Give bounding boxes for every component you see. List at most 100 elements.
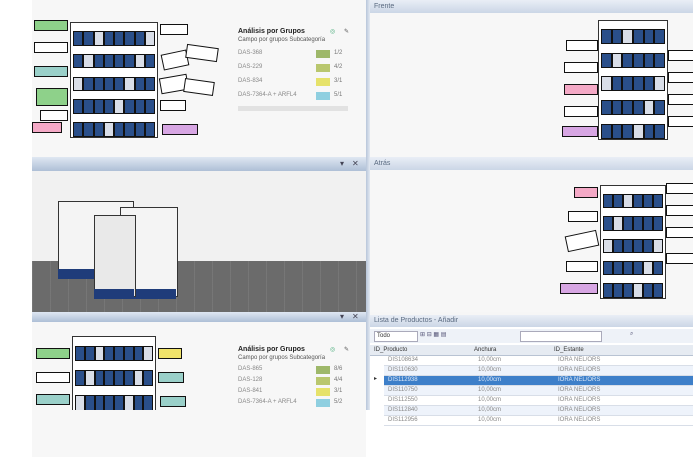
product-facing[interactable] — [643, 283, 653, 298]
product-facing[interactable] — [601, 29, 612, 45]
product-facing[interactable] — [134, 76, 145, 92]
analysis-row[interactable]: DAS-834 3/1 — [238, 78, 348, 87]
product-facing[interactable] — [622, 52, 633, 68]
close-icon[interactable]: ✕ — [352, 159, 359, 168]
product-facing[interactable] — [114, 30, 125, 46]
product-facing[interactable] — [134, 53, 145, 69]
planogram-mid-right[interactable]: Atrás — [370, 157, 693, 312]
table-row[interactable]: DIS112840 10,00cm IORA NEL/ORS — [384, 406, 693, 416]
planogram-bottom-left[interactable]: Análisis por Grupos ◎ ✎ Campo por grupos… — [32, 322, 366, 410]
product-facing[interactable] — [84, 345, 95, 362]
product-facing[interactable] — [653, 261, 663, 276]
product-facing[interactable] — [94, 370, 105, 386]
product-facing[interactable] — [653, 238, 663, 253]
product-facing[interactable] — [643, 238, 653, 253]
product-facing[interactable] — [84, 394, 95, 410]
product-facing[interactable] — [613, 238, 623, 253]
table-row[interactable]: DIS112550 10,00cm IORA NEL/ORS — [384, 396, 693, 406]
table-row[interactable]: DIS112956 10,00cm IORA NEL/ORS — [384, 416, 693, 426]
product-facing[interactable] — [633, 100, 644, 116]
product-facing[interactable] — [611, 100, 623, 116]
product-facing[interactable] — [601, 76, 612, 92]
product-facing[interactable] — [103, 53, 114, 69]
product-facing[interactable] — [124, 122, 135, 137]
product-facing[interactable] — [133, 370, 144, 386]
product-facing[interactable] — [643, 216, 653, 231]
product-facing[interactable] — [114, 53, 125, 69]
product-facing[interactable] — [75, 345, 85, 362]
product-facing[interactable] — [75, 394, 85, 410]
product-facing[interactable] — [613, 283, 623, 298]
product-facing[interactable] — [114, 122, 125, 137]
product-facing[interactable] — [73, 76, 84, 92]
analysis-row[interactable]: DAS-7364-A + ARFL4 5/1 — [238, 92, 348, 101]
product-facing[interactable] — [134, 30, 145, 46]
product-facing[interactable] — [124, 30, 135, 46]
analysis-row[interactable]: DAS-7364-A + ARFL4 5/2 — [238, 399, 348, 408]
product-facing[interactable] — [623, 283, 633, 298]
brush-icon[interactable]: ✎ — [344, 28, 349, 35]
product-facing[interactable] — [603, 261, 613, 276]
product-facing[interactable] — [653, 193, 663, 209]
product-facing[interactable] — [83, 122, 94, 137]
product-facing[interactable] — [94, 394, 105, 410]
product-facing[interactable] — [611, 76, 623, 92]
product-facing[interactable] — [103, 30, 114, 46]
product-facing[interactable] — [643, 76, 655, 92]
product-facing[interactable] — [144, 122, 155, 137]
product-facing[interactable] — [613, 216, 623, 231]
analysis-row[interactable]: DAS-865 8/6 — [238, 366, 348, 375]
product-facing[interactable] — [654, 29, 665, 45]
product-facing[interactable] — [633, 76, 644, 92]
product-facing[interactable] — [603, 193, 613, 209]
product-facing[interactable] — [133, 394, 144, 410]
product-facing[interactable] — [603, 216, 613, 231]
product-facing[interactable] — [93, 99, 104, 114]
3d-view-pane[interactable] — [32, 171, 366, 312]
product-facing[interactable] — [104, 345, 114, 362]
minimize-icon[interactable]: ▾ — [340, 159, 344, 168]
product-facing[interactable] — [643, 261, 653, 276]
product-facing[interactable] — [643, 193, 653, 209]
product-facing[interactable] — [633, 29, 644, 45]
product-facing[interactable] — [134, 122, 145, 137]
column-header[interactable]: ID_Estante — [554, 345, 584, 355]
product-facing[interactable] — [133, 345, 144, 362]
product-facing[interactable] — [114, 370, 124, 386]
product-facing[interactable] — [611, 123, 623, 139]
product-facing[interactable] — [622, 100, 633, 116]
product-facing[interactable] — [622, 76, 633, 92]
product-facing[interactable] — [124, 76, 135, 92]
column-header[interactable]: Anchura — [474, 345, 496, 355]
analysis-row[interactable]: DAS-368 1/2 — [238, 50, 348, 59]
product-facing[interactable] — [633, 261, 643, 276]
product-facing[interactable] — [83, 30, 94, 46]
product-facing[interactable] — [623, 193, 633, 209]
table-row[interactable]: DIS110750 10,00cm IORA NEL/ORS — [384, 386, 693, 396]
product-facing[interactable] — [93, 30, 104, 46]
product-facing[interactable] — [633, 238, 643, 253]
product-facing[interactable] — [83, 99, 94, 114]
brush-icon[interactable]: ✎ — [344, 346, 349, 353]
product-facing[interactable] — [93, 76, 104, 92]
product-facing[interactable] — [633, 283, 643, 298]
product-facing[interactable] — [601, 100, 612, 116]
pane-title-bar[interactable]: ▾ ✕ — [32, 157, 366, 171]
product-facing[interactable] — [623, 216, 633, 231]
product-facing[interactable] — [144, 99, 155, 114]
column-header[interactable]: ID_Producto — [374, 345, 407, 355]
product-facing[interactable] — [633, 123, 644, 139]
product-facing[interactable] — [93, 53, 104, 69]
product-facing[interactable] — [143, 345, 153, 362]
product-facing[interactable] — [123, 345, 134, 362]
product-facing[interactable] — [84, 370, 95, 386]
product-facing[interactable] — [623, 238, 633, 253]
product-facing[interactable] — [93, 122, 104, 137]
product-facing[interactable] — [601, 123, 612, 139]
product-facing[interactable] — [653, 283, 663, 298]
product-facing[interactable] — [653, 216, 663, 231]
product-facing[interactable] — [134, 99, 145, 114]
filter-dropdown[interactable]: Todo — [374, 331, 418, 342]
product-facing[interactable] — [633, 193, 643, 209]
product-facing[interactable] — [73, 99, 84, 114]
